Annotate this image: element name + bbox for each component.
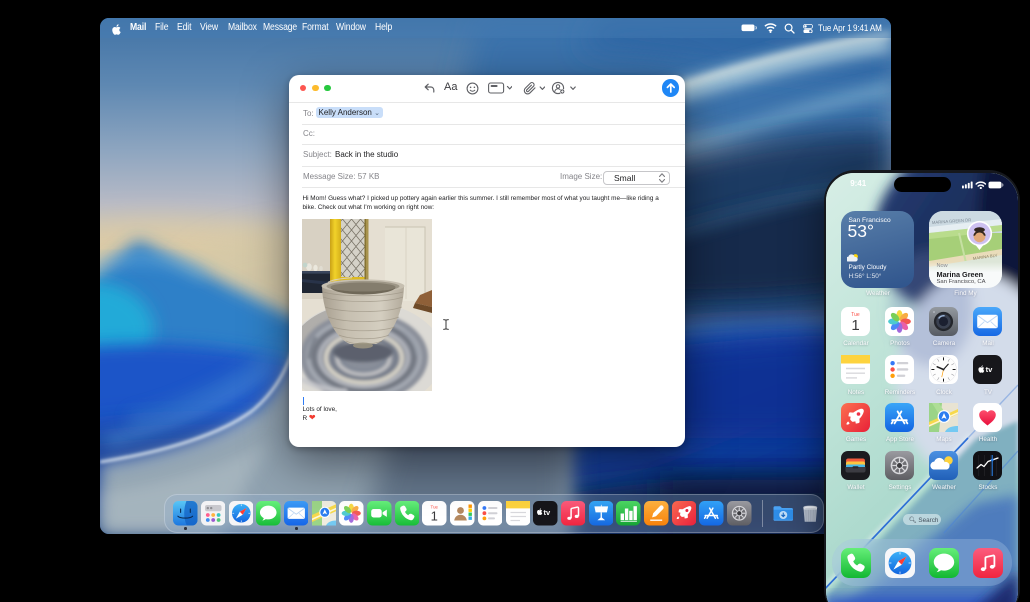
svg-text:1: 1	[431, 509, 438, 524]
svg-text:tv: tv	[986, 366, 994, 375]
svg-text:1: 1	[852, 317, 860, 334]
svg-text:tv: tv	[544, 508, 551, 517]
